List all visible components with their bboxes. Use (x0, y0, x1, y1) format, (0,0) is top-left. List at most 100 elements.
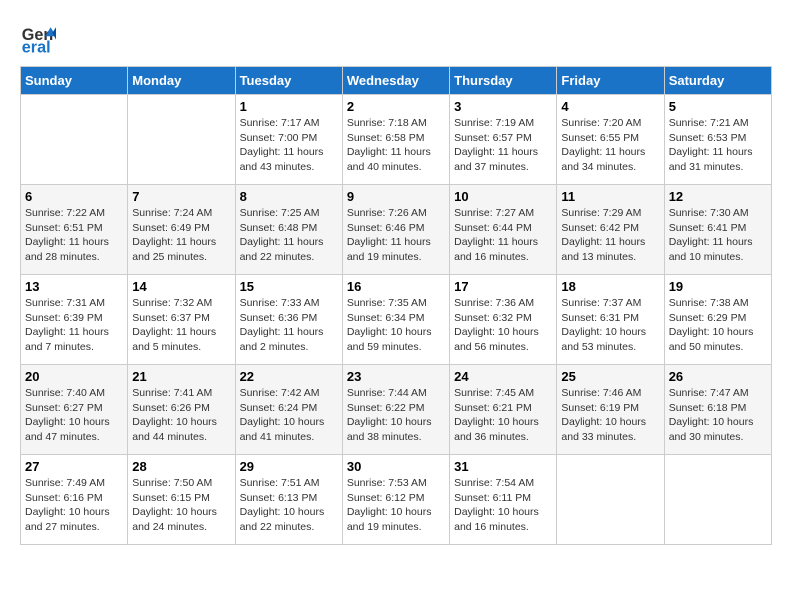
calendar-cell: 28Sunrise: 7:50 AM Sunset: 6:15 PM Dayli… (128, 455, 235, 545)
day-number: 23 (347, 369, 445, 384)
day-info: Sunrise: 7:41 AM Sunset: 6:26 PM Dayligh… (132, 386, 230, 445)
day-info: Sunrise: 7:30 AM Sunset: 6:41 PM Dayligh… (669, 206, 767, 265)
day-info: Sunrise: 7:45 AM Sunset: 6:21 PM Dayligh… (454, 386, 552, 445)
day-info: Sunrise: 7:25 AM Sunset: 6:48 PM Dayligh… (240, 206, 338, 265)
day-info: Sunrise: 7:38 AM Sunset: 6:29 PM Dayligh… (669, 296, 767, 355)
weekday-header: Friday (557, 67, 664, 95)
day-info: Sunrise: 7:22 AM Sunset: 6:51 PM Dayligh… (25, 206, 123, 265)
day-info: Sunrise: 7:51 AM Sunset: 6:13 PM Dayligh… (240, 476, 338, 535)
calendar-cell: 12 Sunrise: 7:30 AM Sunset: 6:41 PM Dayli… (664, 185, 771, 275)
day-number: 9 (347, 189, 445, 204)
day-number: 22 (240, 369, 338, 384)
day-info: Sunrise: 7:33 AM Sunset: 6:36 PM Dayligh… (240, 296, 338, 355)
calendar-cell: 29Sunrise: 7:51 AM Sunset: 6:13 PM Dayli… (235, 455, 342, 545)
day-info: Sunrise: 7:29 AM Sunset: 6:42 PM Dayligh… (561, 206, 659, 265)
day-number: 13 (25, 279, 123, 294)
day-number: 2 (347, 99, 445, 114)
calendar-cell: 4Sunrise: 7:20 AM Sunset: 6:55 PM Daylig… (557, 95, 664, 185)
day-info: Sunrise: 7:32 AM Sunset: 6:37 PM Dayligh… (132, 296, 230, 355)
calendar-table: SundayMondayTuesdayWednesdayThursdayFrid… (20, 66, 772, 545)
weekday-header: Sunday (21, 67, 128, 95)
calendar-cell: 13 Sunrise: 7:31 AM Sunset: 6:39 PM Dayli… (21, 275, 128, 365)
calendar-cell: 11Sunrise: 7:29 AM Sunset: 6:42 PM Dayli… (557, 185, 664, 275)
day-number: 6 (25, 189, 123, 204)
day-number: 7 (132, 189, 230, 204)
day-info: Sunrise: 7:18 AM Sunset: 6:58 PM Dayligh… (347, 116, 445, 175)
calendar-cell: 9 Sunrise: 7:26 AM Sunset: 6:46 PM Daylig… (342, 185, 449, 275)
day-info: Sunrise: 7:44 AM Sunset: 6:22 PM Dayligh… (347, 386, 445, 445)
day-number: 24 (454, 369, 552, 384)
calendar-cell (664, 455, 771, 545)
header-row: SundayMondayTuesdayWednesdayThursdayFrid… (21, 67, 772, 95)
day-number: 26 (669, 369, 767, 384)
day-number: 30 (347, 459, 445, 474)
weekday-header: Saturday (664, 67, 771, 95)
day-number: 1 (240, 99, 338, 114)
calendar-cell: 15Sunrise: 7:33 AM Sunset: 6:36 PM Dayli… (235, 275, 342, 365)
calendar-week-row: 20Sunrise: 7:40 AM Sunset: 6:27 PM Dayli… (21, 365, 772, 455)
calendar-cell: 25 Sunrise: 7:46 AM Sunset: 6:19 PM Dayli… (557, 365, 664, 455)
logo: Gen eral (20, 20, 60, 56)
calendar-cell: 26 Sunrise: 7:47 AM Sunset: 6:18 PM Dayli… (664, 365, 771, 455)
calendar-cell: 10 Sunrise: 7:27 AM Sunset: 6:44 PM Dayli… (450, 185, 557, 275)
calendar-week-row: 1 Sunrise: 7:17 AM Sunset: 7:00 PM Daylig… (21, 95, 772, 185)
calendar-cell: 14 Sunrise: 7:32 AM Sunset: 6:37 PM Dayli… (128, 275, 235, 365)
day-number: 27 (25, 459, 123, 474)
day-info: Sunrise: 7:21 AM Sunset: 6:53 PM Dayligh… (669, 116, 767, 175)
day-info: Sunrise: 7:47 AM Sunset: 6:18 PM Dayligh… (669, 386, 767, 445)
logo-icon: Gen eral (20, 20, 56, 56)
day-number: 28 (132, 459, 230, 474)
day-info: Sunrise: 7:46 AM Sunset: 6:19 PM Dayligh… (561, 386, 659, 445)
day-number: 25 (561, 369, 659, 384)
calendar-cell: 23 Sunrise: 7:44 AM Sunset: 6:22 PM Dayli… (342, 365, 449, 455)
day-number: 16 (347, 279, 445, 294)
calendar-cell: 7Sunrise: 7:24 AM Sunset: 6:49 PM Daylig… (128, 185, 235, 275)
calendar-cell: 8 Sunrise: 7:25 AM Sunset: 6:48 PM Daylig… (235, 185, 342, 275)
calendar-week-row: 27 Sunrise: 7:49 AM Sunset: 6:16 PM Dayli… (21, 455, 772, 545)
weekday-header: Monday (128, 67, 235, 95)
calendar-cell: 27 Sunrise: 7:49 AM Sunset: 6:16 PM Dayli… (21, 455, 128, 545)
calendar-cell: 22 Sunrise: 7:42 AM Sunset: 6:24 PM Dayli… (235, 365, 342, 455)
calendar-cell: 3 Sunrise: 7:19 AM Sunset: 6:57 PM Daylig… (450, 95, 557, 185)
day-number: 17 (454, 279, 552, 294)
day-info: Sunrise: 7:42 AM Sunset: 6:24 PM Dayligh… (240, 386, 338, 445)
calendar-cell: 19 Sunrise: 7:38 AM Sunset: 6:29 PM Dayli… (664, 275, 771, 365)
weekday-header: Wednesday (342, 67, 449, 95)
day-number: 18 (561, 279, 659, 294)
day-number: 21 (132, 369, 230, 384)
day-number: 8 (240, 189, 338, 204)
page-header: Gen eral (20, 20, 772, 56)
day-info: Sunrise: 7:54 AM Sunset: 6:11 PM Dayligh… (454, 476, 552, 535)
day-number: 12 (669, 189, 767, 204)
calendar-week-row: 13 Sunrise: 7:31 AM Sunset: 6:39 PM Dayli… (21, 275, 772, 365)
day-info: Sunrise: 7:26 AM Sunset: 6:46 PM Dayligh… (347, 206, 445, 265)
day-info: Sunrise: 7:20 AM Sunset: 6:55 PM Dayligh… (561, 116, 659, 175)
calendar-cell: 31 Sunrise: 7:54 AM Sunset: 6:11 PM Dayli… (450, 455, 557, 545)
calendar-cell: 30Sunrise: 7:53 AM Sunset: 6:12 PM Dayli… (342, 455, 449, 545)
day-number: 3 (454, 99, 552, 114)
calendar-cell (128, 95, 235, 185)
day-info: Sunrise: 7:40 AM Sunset: 6:27 PM Dayligh… (25, 386, 123, 445)
day-info: Sunrise: 7:19 AM Sunset: 6:57 PM Dayligh… (454, 116, 552, 175)
calendar-cell (21, 95, 128, 185)
day-info: Sunrise: 7:36 AM Sunset: 6:32 PM Dayligh… (454, 296, 552, 355)
calendar-cell: 18 Sunrise: 7:37 AM Sunset: 6:31 PM Dayli… (557, 275, 664, 365)
calendar-cell: 16 Sunrise: 7:35 AM Sunset: 6:34 PM Dayli… (342, 275, 449, 365)
day-info: Sunrise: 7:31 AM Sunset: 6:39 PM Dayligh… (25, 296, 123, 355)
day-info: Sunrise: 7:37 AM Sunset: 6:31 PM Dayligh… (561, 296, 659, 355)
day-info: Sunrise: 7:49 AM Sunset: 6:16 PM Dayligh… (25, 476, 123, 535)
day-number: 19 (669, 279, 767, 294)
day-info: Sunrise: 7:17 AM Sunset: 7:00 PM Dayligh… (240, 116, 338, 175)
calendar-cell: 5 Sunrise: 7:21 AM Sunset: 6:53 PM Daylig… (664, 95, 771, 185)
calendar-cell: 2 Sunrise: 7:18 AM Sunset: 6:58 PM Daylig… (342, 95, 449, 185)
calendar-cell: 6 Sunrise: 7:22 AM Sunset: 6:51 PM Daylig… (21, 185, 128, 275)
day-number: 5 (669, 99, 767, 114)
day-number: 14 (132, 279, 230, 294)
day-number: 31 (454, 459, 552, 474)
calendar-week-row: 6 Sunrise: 7:22 AM Sunset: 6:51 PM Daylig… (21, 185, 772, 275)
calendar-cell: 17 Sunrise: 7:36 AM Sunset: 6:32 PM Dayli… (450, 275, 557, 365)
day-info: Sunrise: 7:27 AM Sunset: 6:44 PM Dayligh… (454, 206, 552, 265)
day-info: Sunrise: 7:35 AM Sunset: 6:34 PM Dayligh… (347, 296, 445, 355)
weekday-header: Thursday (450, 67, 557, 95)
day-number: 10 (454, 189, 552, 204)
